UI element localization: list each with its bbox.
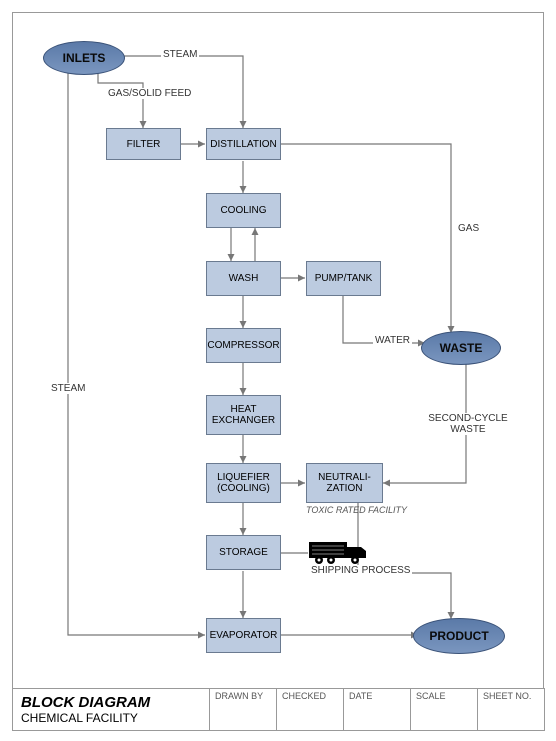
- wash-label: WASH: [229, 273, 259, 284]
- diagram-sheet: INLETS WASTE PRODUCT FILTER DISTILLATION…: [0, 0, 556, 741]
- liquefier-label: LIQUEFIER (COOLING): [211, 472, 276, 494]
- truck-icon: [309, 538, 369, 571]
- neutralization-box: NEUTRALI- ZATION: [306, 463, 383, 503]
- evaporator-label: EVAPORATOR: [210, 630, 278, 641]
- product-label: PRODUCT: [429, 629, 488, 643]
- product-node: PRODUCT: [413, 618, 505, 654]
- waste-node: WASTE: [421, 331, 501, 365]
- checked-cell: CHECKED: [277, 688, 344, 730]
- liquefier-box: LIQUEFIER (COOLING): [206, 463, 281, 503]
- scale-cell: SCALE: [411, 688, 478, 730]
- distillation-box: DISTILLATION: [206, 128, 281, 160]
- heat-exchanger-box: HEAT EXCHANGER: [206, 395, 281, 435]
- gas-label: GAS: [456, 223, 481, 234]
- pumptank-box: PUMP/TANK: [306, 261, 381, 296]
- neutralization-label: NEUTRALI- ZATION: [311, 472, 378, 494]
- date-cell: DATE: [344, 688, 411, 730]
- evaporator-box: EVAPORATOR: [206, 618, 281, 653]
- filter-label: FILTER: [127, 139, 161, 150]
- title-main: BLOCK DIAGRAM CHEMICAL FACILITY: [13, 688, 210, 730]
- sheet-no-cell: SHEET NO.: [478, 688, 544, 730]
- inlets-label: INLETS: [63, 51, 106, 65]
- filter-box: FILTER: [106, 128, 181, 160]
- gas-solid-feed-label: GAS/SOLID FEED: [106, 88, 193, 99]
- drawn-by-cell: DRAWN BY: [210, 688, 277, 730]
- title-block: BLOCK DIAGRAM CHEMICAL FACILITY DRAWN BY…: [12, 688, 545, 731]
- compressor-label: COMPRESSOR: [207, 340, 279, 351]
- storage-label: STORAGE: [219, 547, 268, 558]
- toxic-note: TOXIC RATED FACILITY: [306, 505, 407, 515]
- heat-exchanger-label: HEAT EXCHANGER: [211, 404, 276, 426]
- water-label: WATER: [373, 335, 412, 346]
- pumptank-label: PUMP/TANK: [315, 273, 373, 284]
- second-cycle-label: SECOND-CYCLE WASTE: [421, 413, 515, 435]
- cooling-box: COOLING: [206, 193, 281, 228]
- waste-label: WASTE: [440, 341, 483, 355]
- distillation-label: DISTILLATION: [210, 139, 277, 150]
- storage-box: STORAGE: [206, 535, 281, 570]
- diagram-frame: INLETS WASTE PRODUCT FILTER DISTILLATION…: [12, 12, 544, 689]
- wash-box: WASH: [206, 261, 281, 296]
- title-sub-text: CHEMICAL FACILITY: [21, 711, 201, 725]
- cooling-label: COOLING: [220, 205, 266, 216]
- compressor-box: COMPRESSOR: [206, 328, 281, 363]
- inlets-node: INLETS: [43, 41, 125, 75]
- steam-top-label: STEAM: [161, 49, 199, 60]
- title-main-text: BLOCK DIAGRAM: [21, 694, 201, 711]
- steam-left-label: STEAM: [49, 383, 87, 394]
